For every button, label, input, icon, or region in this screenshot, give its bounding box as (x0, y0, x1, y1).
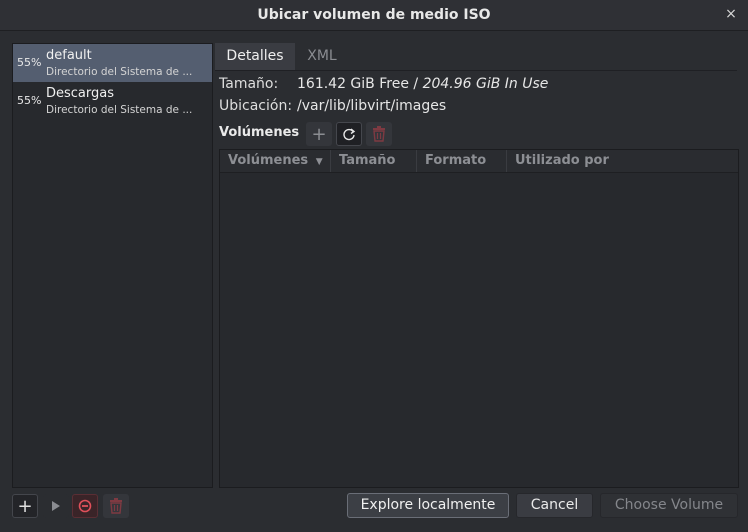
size-free: 161.42 GiB Free (297, 76, 409, 92)
pool-usage-percent: 55% (17, 94, 42, 107)
close-icon[interactable]: × (724, 7, 738, 21)
add-pool-button[interactable]: + (12, 494, 38, 518)
choose-volume-button[interactable]: Choose Volume (600, 493, 738, 518)
column-header-volumes[interactable]: Volúmenes ▼ (220, 150, 331, 172)
sort-down-icon: ▼ (315, 157, 323, 167)
tab-divider (215, 70, 737, 71)
size-value: 161.42 GiB Free / 204.96 GiB In Use (297, 76, 548, 92)
refresh-button[interactable] (336, 122, 362, 146)
volumes-header: Volúmenes (219, 125, 300, 140)
plus-icon: + (17, 495, 33, 517)
pool-item-default[interactable]: 55% default Directorio del Sistema de ..… (13, 44, 212, 82)
trash-icon (373, 126, 385, 142)
location-label: Ubicación: (219, 98, 293, 114)
column-header-used-by[interactable]: Utilizado por (507, 150, 738, 172)
tab-bar: Detalles XML (215, 43, 737, 70)
delete-volume-button[interactable] (366, 122, 392, 146)
stop-icon (78, 499, 92, 513)
size-used: 204.96 GiB In Use (422, 76, 549, 92)
title-bar: Ubicar volumen de medio ISO × (0, 0, 748, 31)
pool-name: default (46, 48, 92, 63)
pool-name: Descargas (46, 86, 115, 101)
explore-locally-button[interactable]: Explore localmente (347, 493, 509, 518)
pool-description: Directorio del Sistema de ... (46, 66, 193, 78)
tab-details[interactable]: Detalles (215, 43, 295, 70)
start-pool-button[interactable] (43, 494, 69, 518)
location-value: /var/lib/libvirt/images (297, 98, 447, 114)
delete-pool-button[interactable] (103, 494, 129, 518)
column-header-size[interactable]: Tamaño (331, 150, 417, 172)
pool-item-descargas[interactable]: 55% Descargas Directorio del Sistema de … (13, 82, 212, 120)
size-label: Tamaño: (219, 76, 279, 92)
cancel-button[interactable]: Cancel (516, 493, 593, 518)
trash-icon (110, 498, 122, 514)
column-header-format[interactable]: Formato (417, 150, 507, 172)
refresh-icon (343, 128, 356, 141)
window-title: Ubicar volumen de medio ISO (257, 7, 491, 23)
pool-list: 55% default Directorio del Sistema de ..… (12, 43, 213, 488)
table-header-row: Volúmenes ▼ Tamaño Formato Utilizado por (220, 150, 738, 173)
size-separator: / (408, 76, 423, 92)
pool-description: Directorio del Sistema de ... (46, 104, 193, 116)
column-header-label: Volúmenes (228, 153, 309, 168)
add-volume-button[interactable]: + (306, 122, 332, 146)
plus-icon: + (311, 123, 327, 145)
play-icon (52, 501, 60, 511)
pool-usage-percent: 55% (17, 56, 42, 69)
stop-pool-button[interactable] (72, 494, 98, 518)
tab-xml[interactable]: XML (295, 43, 349, 70)
volumes-table[interactable]: Volúmenes ▼ Tamaño Formato Utilizado por (219, 149, 739, 488)
